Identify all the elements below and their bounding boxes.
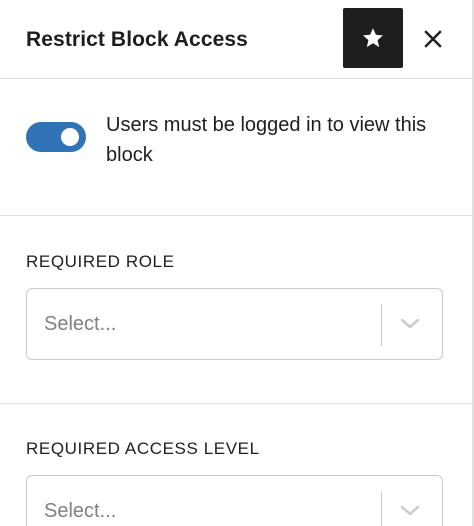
panel-header: Restrict Block Access bbox=[0, 0, 472, 79]
chevron-down-icon[interactable] bbox=[399, 503, 421, 519]
favorite-button[interactable] bbox=[343, 8, 403, 68]
chevron-down-icon[interactable] bbox=[399, 316, 421, 332]
required-access-level-label: REQUIRED ACCESS LEVEL bbox=[26, 439, 260, 458]
toggle-knob bbox=[61, 128, 79, 146]
restrict-block-access-panel: Restrict Block Access Users must be logg… bbox=[0, 0, 474, 526]
login-required-toggle[interactable] bbox=[26, 122, 86, 152]
required-role-placeholder: Select... bbox=[44, 313, 117, 335]
close-button[interactable] bbox=[416, 22, 450, 56]
panel-title: Restrict Block Access bbox=[26, 28, 248, 51]
login-required-label: Users must be logged in to view this blo… bbox=[106, 114, 427, 166]
required-access-level-select[interactable]: Select... bbox=[26, 475, 443, 526]
required-role-select[interactable]: Select... bbox=[26, 288, 443, 360]
required-role-label: REQUIRED ROLE bbox=[26, 252, 175, 271]
required-access-level-placeholder: Select... bbox=[44, 500, 117, 522]
select-divider bbox=[381, 304, 382, 346]
select-divider bbox=[381, 491, 382, 526]
star-icon bbox=[363, 28, 383, 48]
close-icon bbox=[424, 30, 442, 48]
